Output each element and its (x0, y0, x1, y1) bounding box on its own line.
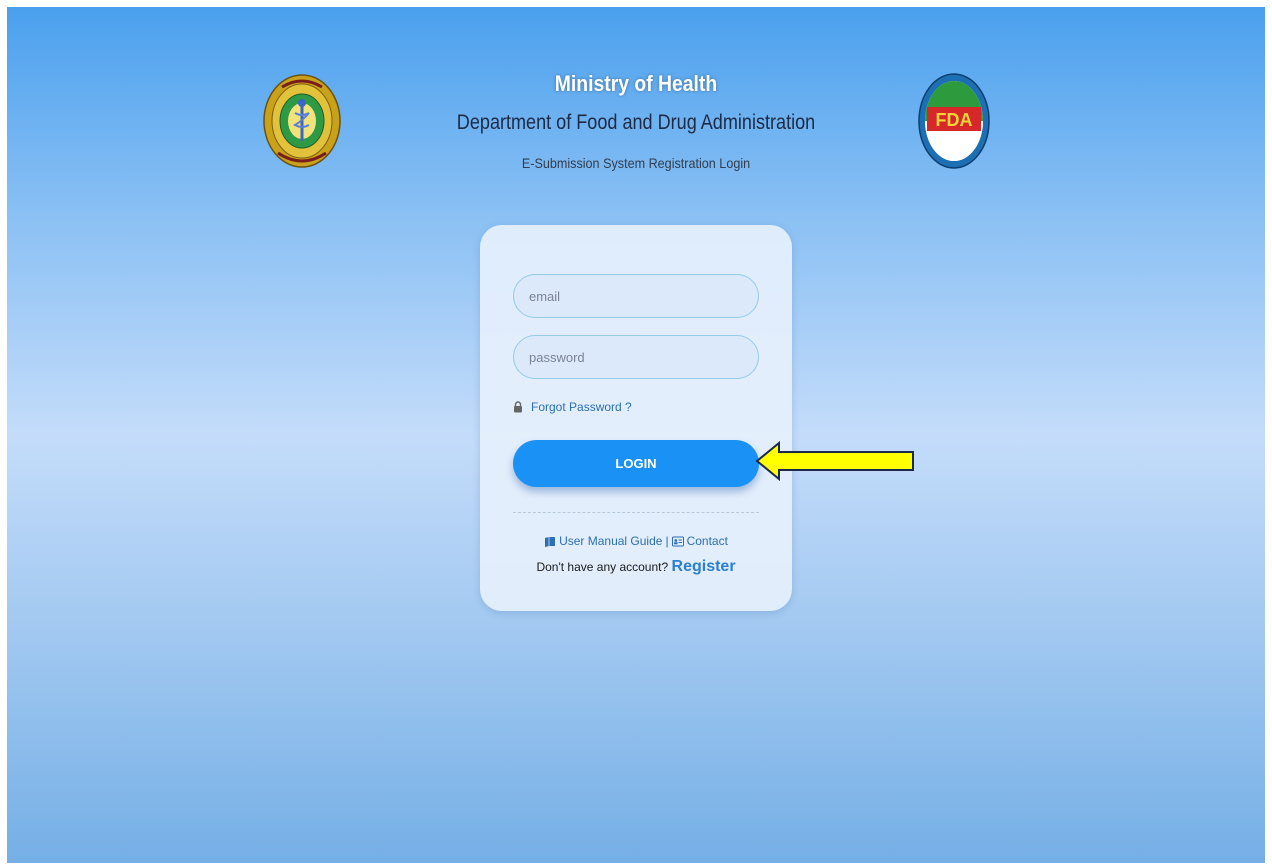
login-button[interactable]: LOGIN (513, 440, 759, 487)
help-links: User Manual Guide | Contact (480, 534, 792, 548)
login-card: Forgot Password ? LOGIN User Manual Guid… (480, 225, 792, 611)
book-icon (545, 536, 556, 547)
login-page: Ministry of Health Department of Food an… (7, 7, 1265, 863)
divider (513, 512, 759, 513)
forgot-password-label[interactable]: Forgot Password ? (531, 400, 632, 414)
forgot-password-link[interactable]: Forgot Password ? (513, 399, 632, 415)
password-input[interactable] (514, 336, 758, 378)
register-link[interactable]: Register (672, 558, 736, 575)
link-separator: | (665, 534, 669, 548)
header: Ministry of Health Department of Food an… (7, 7, 1265, 207)
no-account-text: Don't have any account? (536, 560, 669, 574)
register-row: Don't have any account? Register (480, 558, 792, 576)
lock-icon (514, 401, 522, 413)
contact-link[interactable]: Contact (687, 534, 728, 548)
email-input[interactable] (514, 275, 758, 317)
page-title: Ministry of Health (554, 71, 718, 96)
password-field-wrapper (513, 335, 759, 379)
yellow-arrow-annotation (755, 441, 914, 481)
department-subtitle: Department of Food and Drug Administrati… (456, 111, 816, 134)
email-field-wrapper (513, 274, 759, 318)
contact-card-icon (671, 536, 684, 546)
system-name: E-Submission System Registration Login (521, 155, 751, 171)
fda-logo: FDA (918, 73, 990, 169)
login-button-label: LOGIN (615, 456, 657, 471)
fda-logo-text: FDA (936, 110, 973, 130)
user-manual-link[interactable]: User Manual Guide (559, 534, 662, 548)
